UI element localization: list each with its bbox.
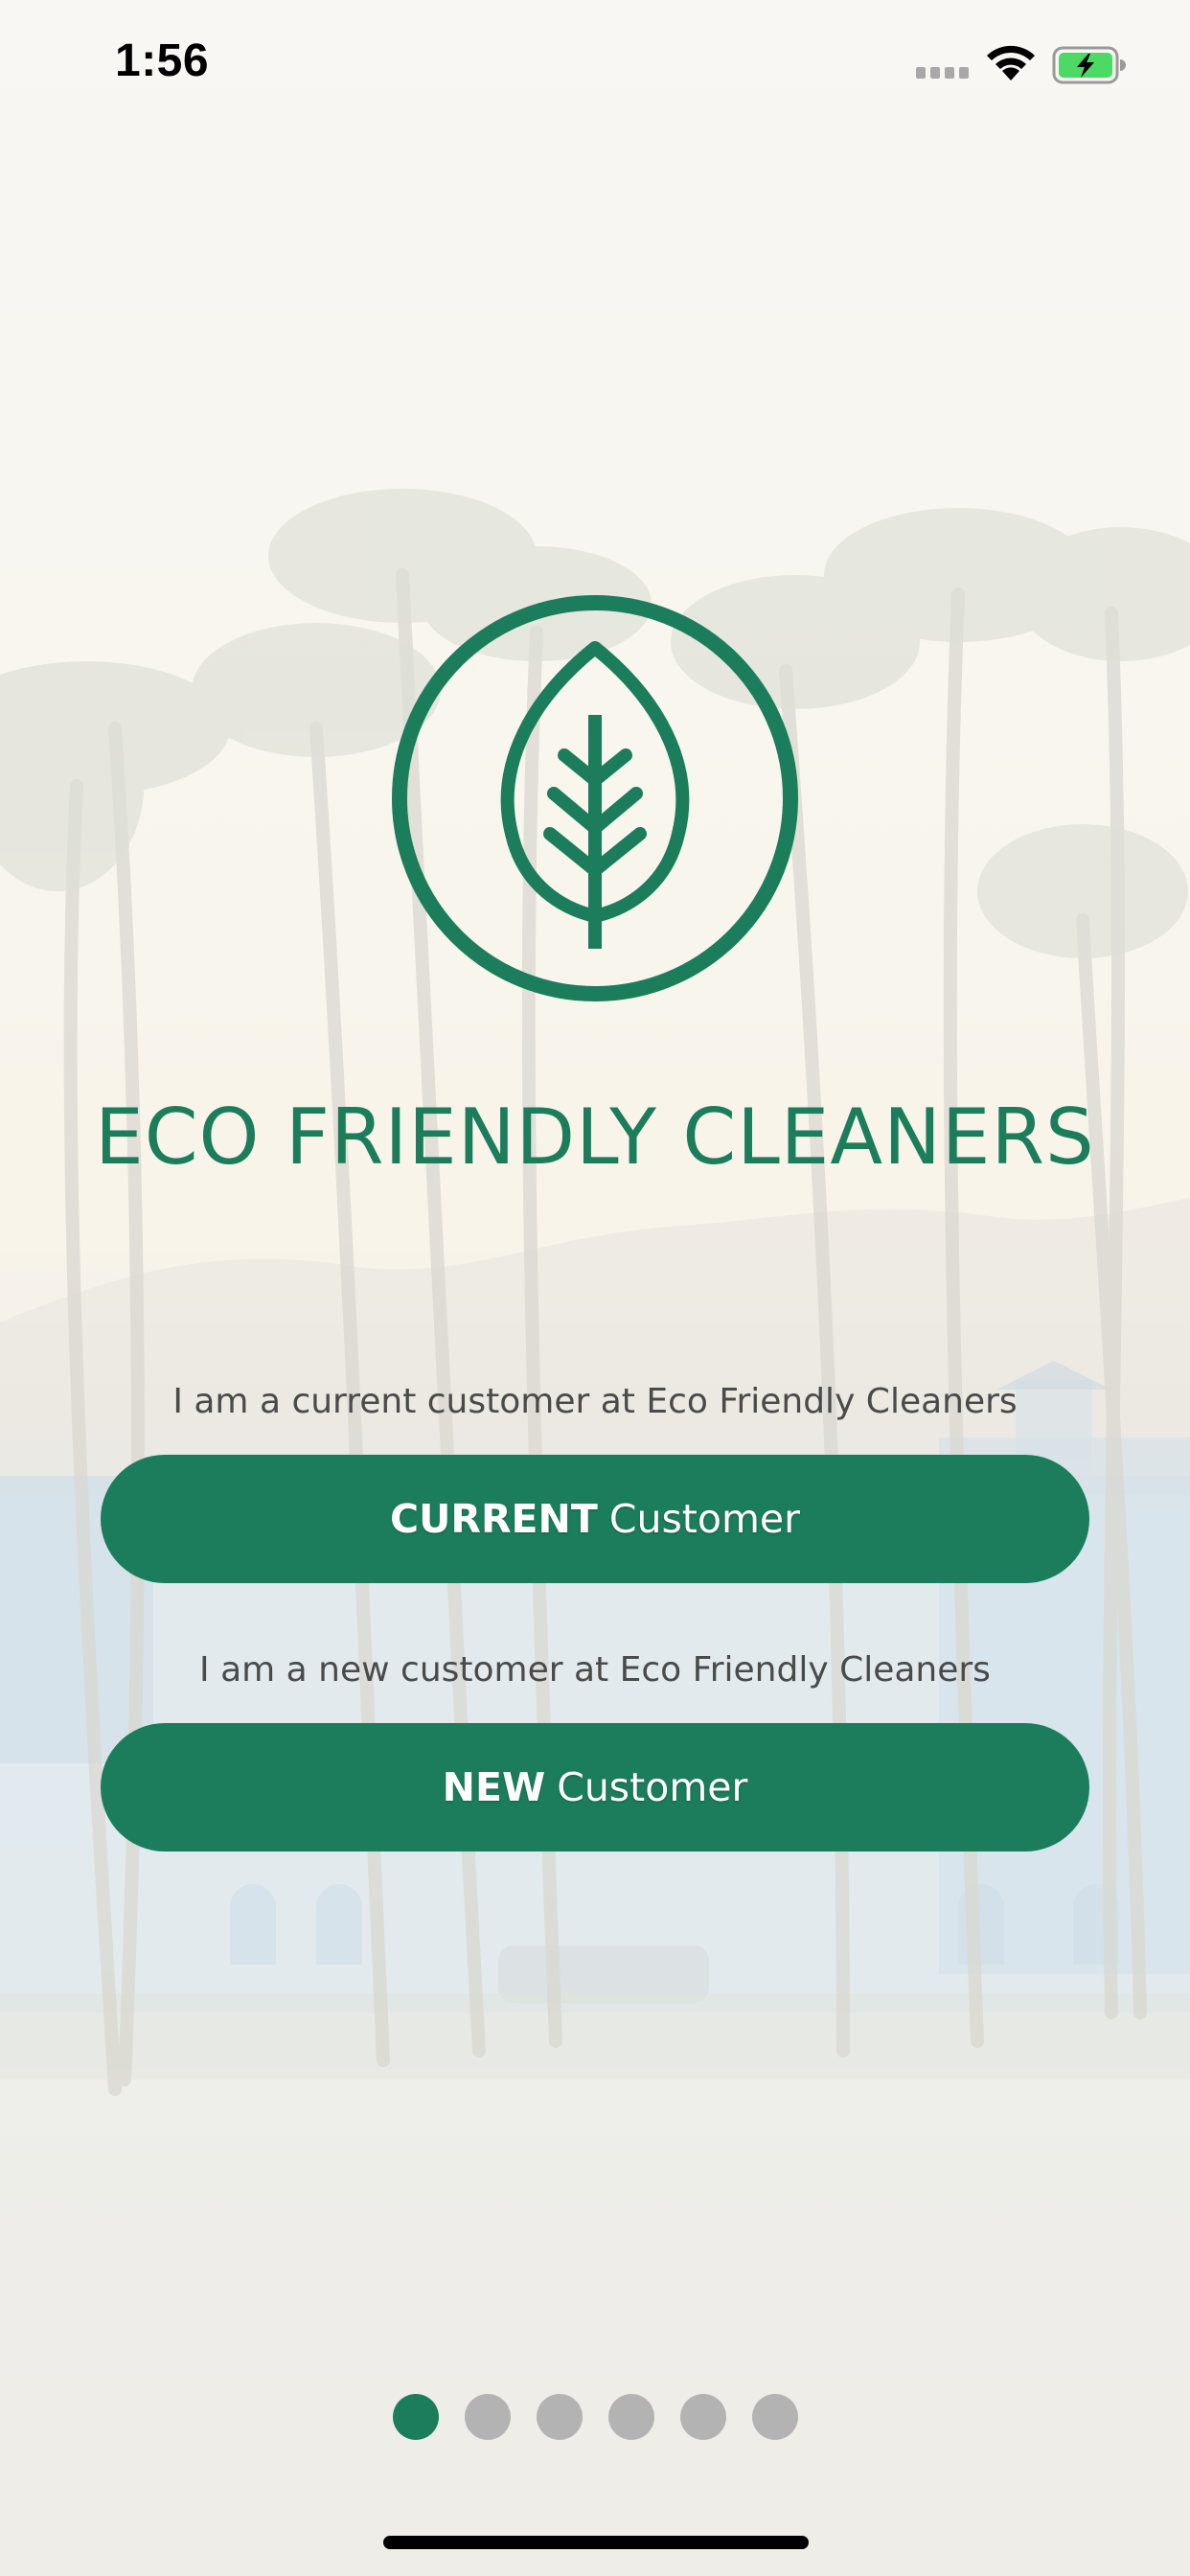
home-indicator[interactable] bbox=[383, 2536, 809, 2549]
page-dot-4[interactable] bbox=[608, 2394, 654, 2440]
page-dot-2[interactable] bbox=[465, 2394, 511, 2440]
brand-name: ECO FRIENDLY CLEANERS bbox=[95, 1092, 1095, 1182]
page-dot-6[interactable] bbox=[752, 2394, 798, 2440]
new-customer-button[interactable]: NEW Customer bbox=[101, 1723, 1089, 1852]
current-customer-button[interactable]: CURRENT Customer bbox=[101, 1455, 1089, 1583]
current-customer-button-label: Customer bbox=[608, 1496, 800, 1542]
page-dot-1[interactable] bbox=[393, 2394, 439, 2440]
leaf-in-circle-logo bbox=[392, 595, 798, 1001]
current-customer-button-bold: CURRENT bbox=[390, 1496, 598, 1542]
page-dot-3[interactable] bbox=[537, 2394, 583, 2440]
welcome-screen: 1:56 ECO FRIENDLY CLEANERS I am a curren… bbox=[0, 0, 1190, 2576]
background-overlay bbox=[0, 0, 1190, 2576]
status-bar-time: 1:56 bbox=[115, 35, 210, 86]
page-dot-5[interactable] bbox=[680, 2394, 726, 2440]
battery-charging-icon bbox=[1052, 46, 1126, 84]
current-customer-caption: I am a current customer at Eco Friendly … bbox=[172, 1382, 1018, 1421]
wifi-icon bbox=[987, 45, 1035, 80]
new-customer-button-bold: NEW bbox=[442, 1764, 546, 1810]
cellular-signal-icon bbox=[916, 67, 969, 79]
new-customer-button-label: Customer bbox=[557, 1764, 748, 1810]
new-customer-caption: I am a new customer at Eco Friendly Clea… bbox=[199, 1650, 991, 1690]
